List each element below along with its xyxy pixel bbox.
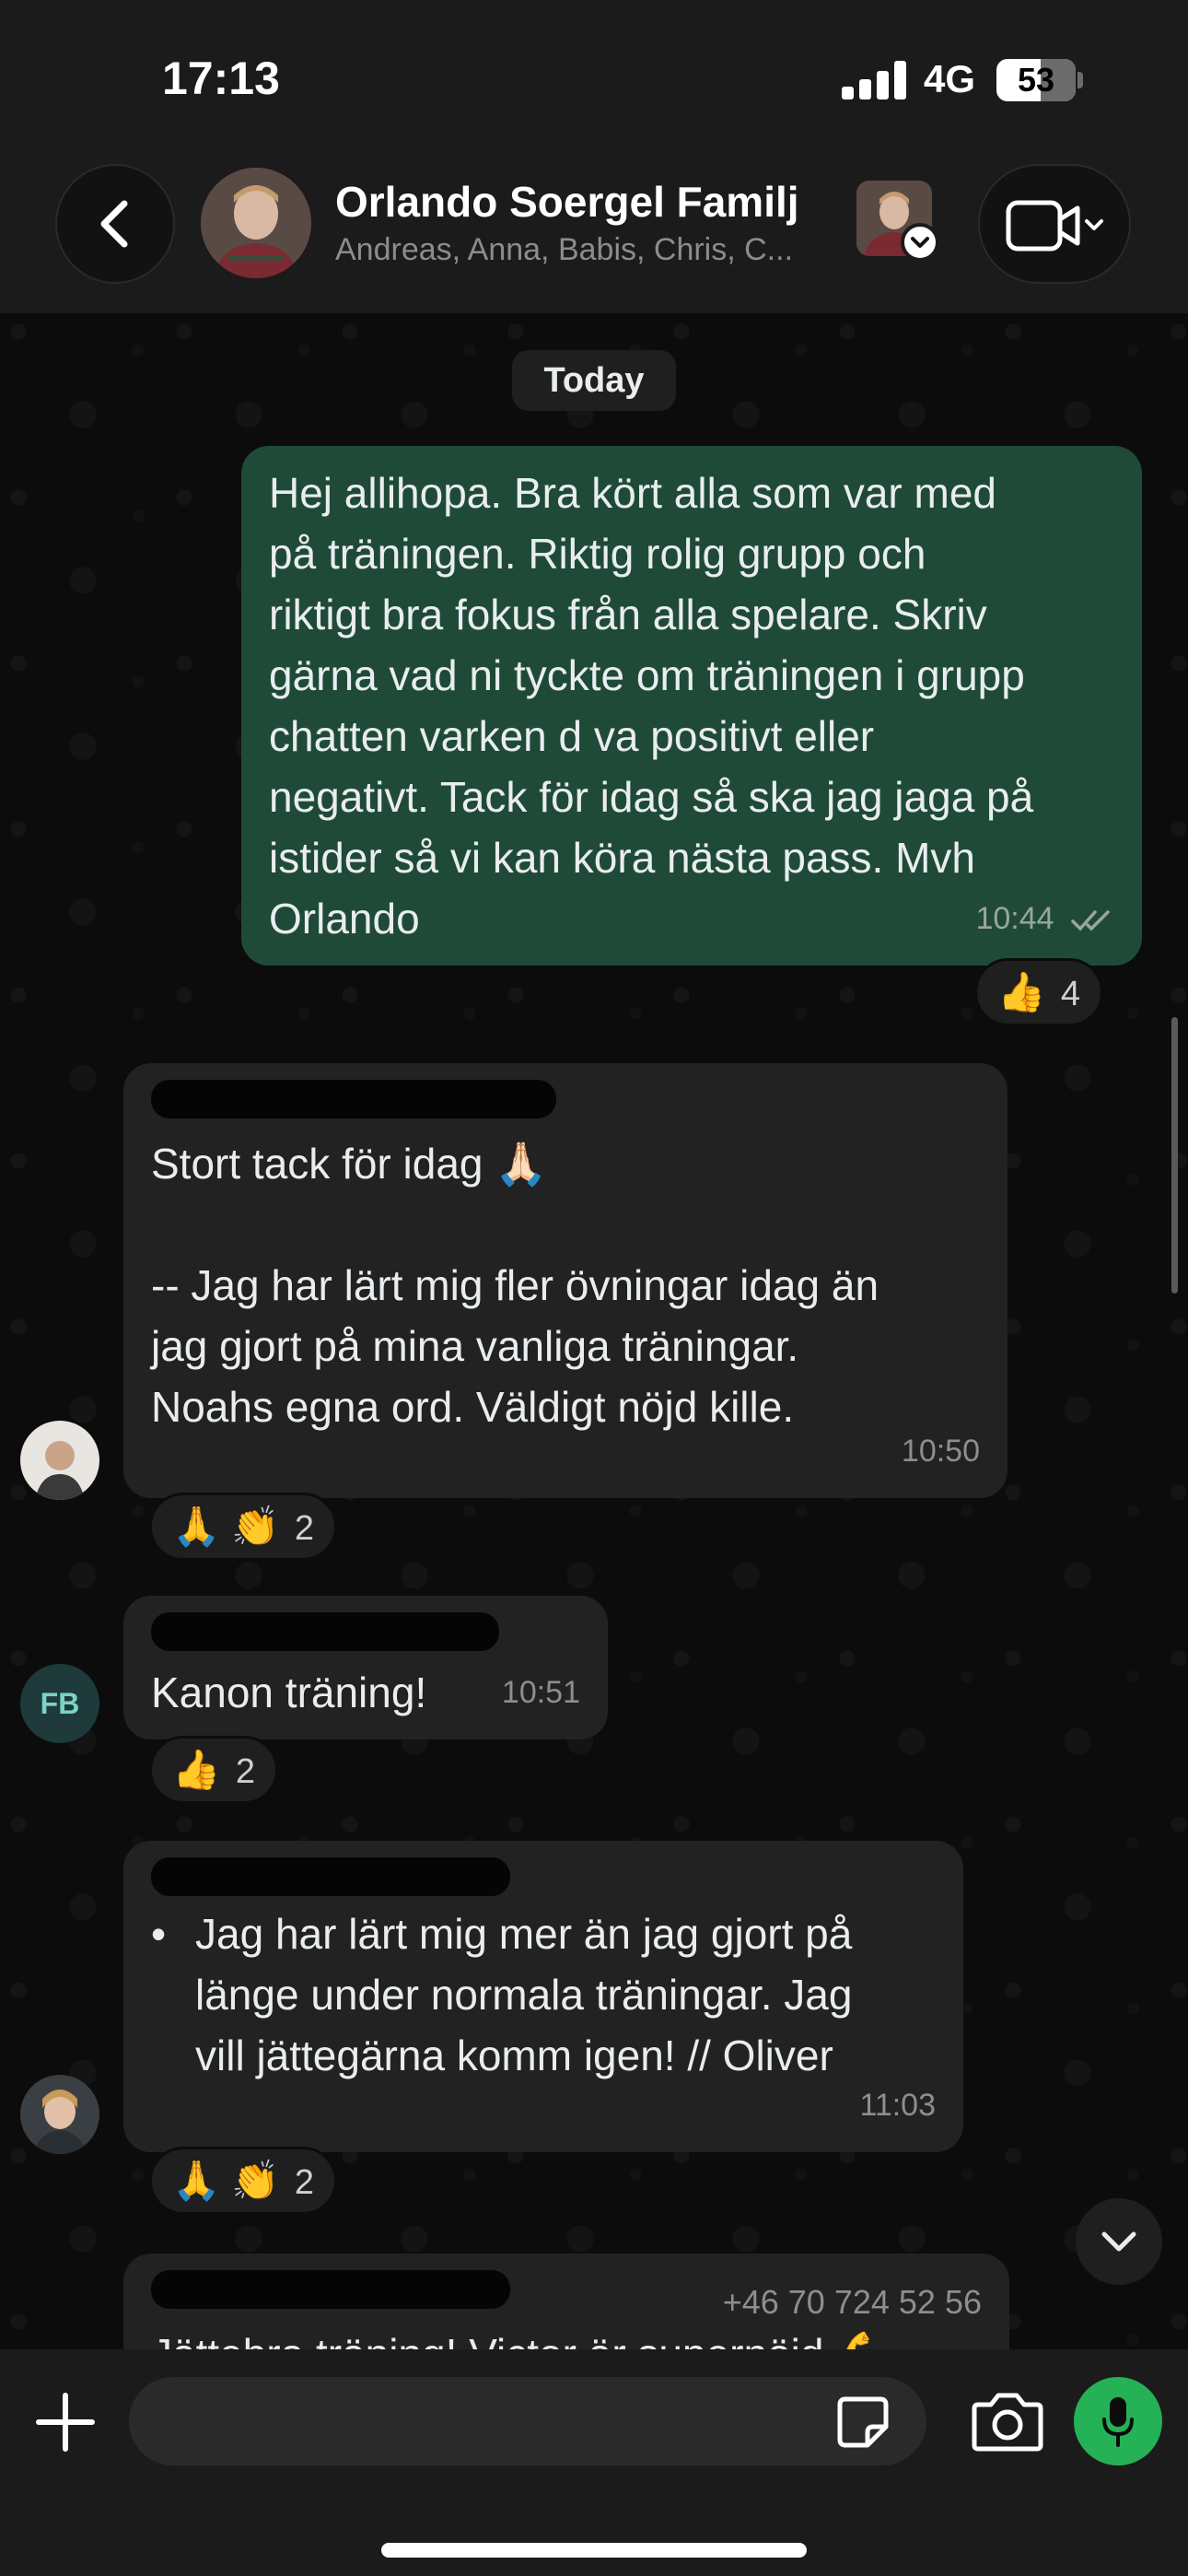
double-check-icon bbox=[1071, 910, 1110, 931]
reaction-count: 2 bbox=[294, 1509, 314, 1548]
person-photo-icon bbox=[20, 2075, 99, 2154]
video-camera-icon bbox=[1006, 200, 1103, 252]
plus-icon[interactable] bbox=[33, 2390, 98, 2454]
sender-avatar[interactable] bbox=[20, 1421, 99, 1500]
message-time: 10:44 bbox=[975, 901, 1054, 936]
date-separator: Today bbox=[512, 350, 676, 411]
group-avatar[interactable] bbox=[201, 168, 311, 278]
battery-icon: 53 bbox=[996, 59, 1076, 101]
participants-list[interactable]: Andreas, Anna, Babis, Chris, C... bbox=[335, 232, 793, 268]
mini-badge-chevron[interactable] bbox=[901, 223, 939, 262]
reaction-emoji: 🙏 👏 bbox=[172, 1505, 280, 1548]
reaction-pill[interactable]: 👍 2 bbox=[149, 1736, 278, 1804]
scroll-indicator[interactable] bbox=[1171, 1017, 1178, 1294]
reaction-count: 2 bbox=[294, 2163, 314, 2202]
person-photo-icon bbox=[201, 168, 311, 278]
message-bubble-incoming[interactable]: Kanon träning! 10:51 bbox=[123, 1596, 608, 1739]
reaction-pill[interactable]: 🙏 👏 2 bbox=[149, 1493, 337, 1561]
message-text: Jag har lärt mig mer än jag gjort på län… bbox=[195, 1910, 853, 2079]
sender-name-redacted bbox=[151, 1612, 499, 1651]
message-text: Stort tack för idag 🙏🏻 -- Jag har lärt m… bbox=[151, 1140, 879, 1431]
scroll-to-bottom-button[interactable] bbox=[1076, 2198, 1162, 2285]
camera-icon[interactable] bbox=[971, 2390, 1044, 2453]
chevron-down-icon bbox=[1101, 2231, 1136, 2252]
message-time: 11:03 bbox=[859, 2088, 936, 2123]
sender-name-redacted bbox=[151, 2270, 510, 2309]
sender-phone: +46 70 724 52 56 bbox=[722, 2283, 982, 2321]
chevron-left-icon bbox=[100, 200, 128, 248]
back-button[interactable] bbox=[55, 164, 175, 284]
status-bar: 17:13 4G 53 bbox=[0, 0, 1188, 157]
message-time: 10:50 bbox=[901, 1434, 980, 1469]
bullet-glyph: • bbox=[151, 1910, 167, 1958]
message-bubble-incoming[interactable]: Stort tack för idag 🙏🏻 -- Jag har lärt m… bbox=[123, 1063, 1007, 1498]
message-bubble-incoming[interactable]: • Jag har lärt mig mer än jag gjort på l… bbox=[123, 1841, 963, 2152]
sender-avatar-initials[interactable]: FB bbox=[20, 1664, 99, 1743]
chat-title[interactable]: Orlando Soergel Familj bbox=[335, 177, 799, 227]
message-text: Hej allihopa. Bra kört alla som var med … bbox=[269, 469, 1034, 943]
bullet-item: • Jag har lärt mig mer än jag gjort på l… bbox=[151, 1903, 936, 2086]
sender-avatar[interactable] bbox=[20, 2075, 99, 2154]
signal-strength-icon bbox=[842, 61, 906, 100]
person-photo-icon bbox=[20, 1421, 99, 1500]
network-type: 4G bbox=[924, 57, 976, 100]
battery-tip bbox=[1077, 72, 1083, 88]
reaction-emoji: 👍 bbox=[172, 1748, 221, 1791]
message-meta: 10:44 bbox=[975, 888, 1114, 949]
reaction-count: 4 bbox=[1060, 975, 1080, 1013]
reaction-pill[interactable]: 👍 4 bbox=[974, 958, 1103, 1026]
message-time: 10:51 bbox=[501, 1675, 580, 1710]
sender-name-redacted bbox=[151, 1857, 510, 1896]
battery-level: 53 bbox=[1017, 61, 1055, 99]
message-input[interactable] bbox=[129, 2377, 926, 2465]
reaction-count: 2 bbox=[235, 1752, 255, 1791]
video-call-button[interactable] bbox=[978, 164, 1131, 284]
sender-name-redacted bbox=[151, 1080, 556, 1118]
chat-header: Orlando Soergel Familj Andreas, Anna, Ba… bbox=[0, 157, 1188, 313]
microphone-button[interactable] bbox=[1074, 2377, 1162, 2465]
reaction-emoji: 🙏 👏 bbox=[172, 2159, 280, 2202]
status-time: 17:13 bbox=[162, 53, 280, 104]
message-bubble-outgoing[interactable]: Hej allihopa. Bra kört alla som var med … bbox=[241, 446, 1142, 966]
input-bar bbox=[0, 2349, 1188, 2576]
reaction-emoji: 👍 bbox=[997, 970, 1046, 1013]
sticker-icon[interactable] bbox=[836, 2395, 890, 2449]
home-indicator bbox=[381, 2543, 807, 2558]
microphone-icon bbox=[1102, 2397, 1134, 2447]
chevron-down-icon bbox=[911, 237, 929, 248]
reaction-pill[interactable]: 🙏 👏 2 bbox=[149, 2147, 337, 2215]
